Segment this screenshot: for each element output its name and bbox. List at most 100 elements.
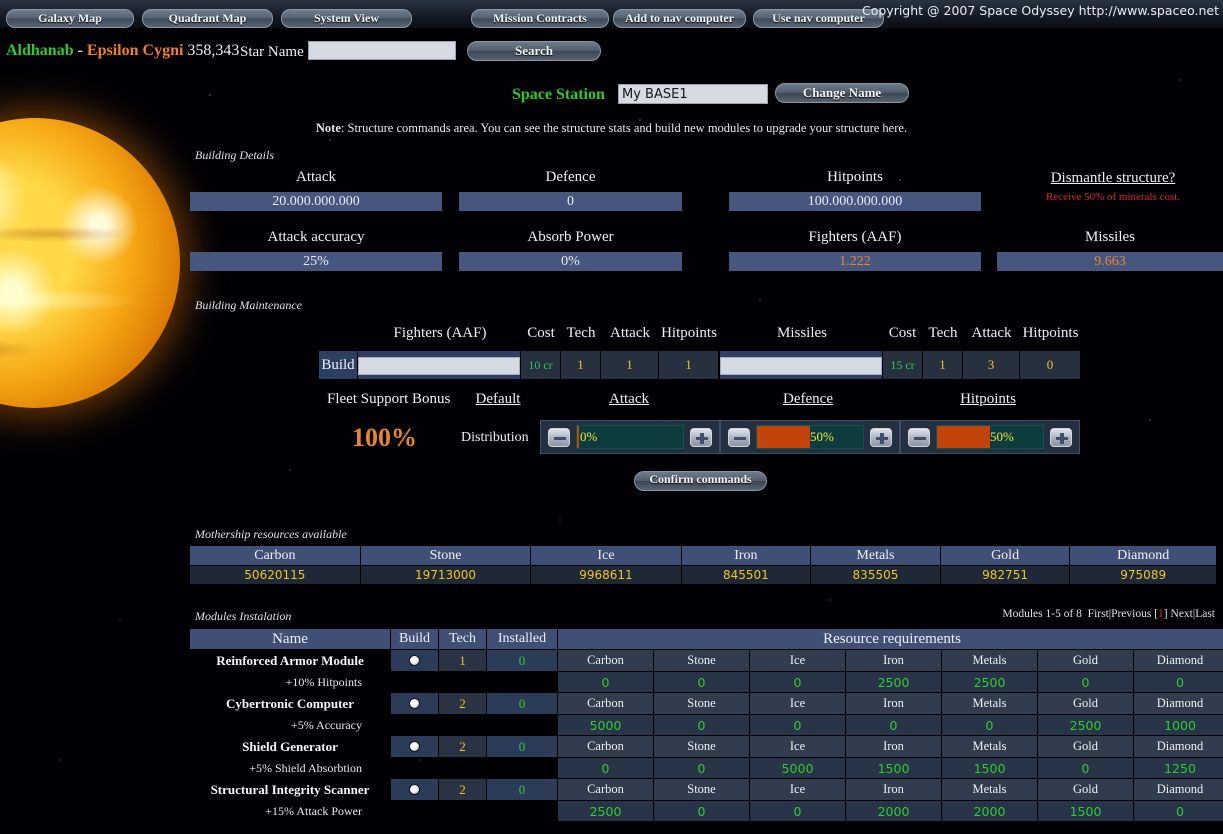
star-name-text: Aldhanab [6,42,74,59]
pager-next[interactable]: Next [1171,608,1193,620]
module-resource-header-metals: Metals [942,650,1037,671]
dismantle-structure-link[interactable]: Dismantle structure? [1051,170,1176,186]
minus-icon[interactable] [548,427,570,447]
module-resource-header-stone: Stone [654,779,749,800]
module-cost-iron: 1500 [846,758,941,778]
page-root: Galaxy Map Quadrant Map System View Miss… [0,0,1223,834]
resources-value-row: 50620115 19713000 9968611 845501 835505 … [190,566,1216,584]
mothership-resources-caption: Mothership resources available [195,527,347,541]
module-cost-diamond: 0 [1134,801,1223,821]
stat-value-defence: 0 [459,192,682,211]
spacer-cell [391,672,557,692]
pager-summary: Modules 1-5 of 8 [1002,608,1082,620]
structure-note: Note: Structure commands area. You can s… [0,121,1223,136]
distribution-header-defence[interactable]: Defence [762,391,854,408]
plus-icon[interactable] [870,427,892,447]
defence-distribution-bar[interactable]: 50% [756,425,864,449]
table-row: Structural Integrity Scanner 2 0 Carbon … [190,779,1223,800]
nav-button-add-to-nav-computer[interactable]: Add to nav computer [613,9,746,28]
stat-label-attack-accuracy: Attack accuracy [267,229,365,245]
spacer-cell [391,715,557,735]
plus-icon[interactable] [1050,427,1072,447]
plus-icon[interactable] [690,427,712,447]
radio-icon[interactable] [409,655,420,667]
module-tech: 1 [439,650,486,671]
attack-percent-text: 0% [580,429,598,444]
missiles-cost-cell: 15 cr [883,351,922,379]
radio-icon[interactable] [409,741,420,753]
module-cost-ice: 5000 [750,758,845,778]
distribution-slider-defence[interactable]: 50% [720,420,900,454]
stat-label-missiles: Missiles [1084,229,1135,245]
fighters-attack-cell: 1 [601,351,658,379]
distribution-header-attack[interactable]: Attack [583,391,675,408]
modules-installation-caption: Modules Instalation [195,609,292,623]
maintenance-header-fighters-hitpoints: Hitpoints [661,325,717,341]
module-cost-stone: 0 [654,801,749,821]
module-cost-ice: 0 [750,801,845,821]
module-cost-carbon: 0 [558,758,653,778]
nav-button-quadrant-map[interactable]: Quadrant Map [142,9,273,28]
module-cost-gold: 0 [1038,758,1133,778]
star-coordinates: 358,343 [187,42,240,59]
module-build-cell[interactable] [391,693,438,714]
confirm-commands-button[interactable]: Confirm commands [634,471,767,491]
modules-header-tech: Tech [439,629,486,649]
module-cost-ice: 0 [750,715,845,735]
table-row-bonus: +10% Hitpoints 0 0 0 2500 2500 0 0 [190,672,1223,692]
nav-button-galaxy-map[interactable]: Galaxy Map [6,9,134,28]
module-bonus: +5% Shield Absorbtion [249,760,362,775]
missiles-build-input[interactable] [720,356,882,375]
attack-distribution-bar[interactable]: 0% [576,425,684,449]
radio-icon[interactable] [409,784,420,796]
module-cost-ice: 0 [750,672,845,692]
distribution-slider-hitpoints[interactable]: 50% [900,420,1080,454]
search-button[interactable]: Search [467,41,601,61]
module-cost-diamond: 1000 [1134,715,1223,735]
pager-last[interactable]: Last [1195,608,1215,620]
module-build-cell[interactable] [391,779,438,800]
missiles-attack-cell: 3 [963,351,1019,379]
module-cost-metals: 2000 [942,801,1037,821]
minus-icon[interactable] [728,427,750,447]
module-resource-header-ice: Ice [750,650,845,671]
module-build-cell[interactable] [391,736,438,757]
module-cost-stone: 0 [654,672,749,692]
star-info-line: Aldhanab - Epsilon Cygni 358,343 [6,42,239,60]
distribution-slider-attack[interactable]: 0% [540,420,720,454]
radio-icon[interactable] [409,698,420,710]
resource-value-metals: 835505 [811,566,940,584]
resource-header-diamond: Diamond [1070,546,1216,565]
pager-previous[interactable]: Previous [1111,608,1151,620]
note-prefix: Note [315,121,341,135]
pager-first[interactable]: First [1088,608,1109,620]
module-build-cell[interactable] [391,650,438,671]
distribution-default-link[interactable]: Default [474,391,522,408]
fighters-build-input-cell[interactable] [358,351,520,379]
hitpoints-percent-text: 50% [990,429,1014,444]
module-resource-header-ice: Ice [750,693,845,714]
module-cost-carbon: 0 [558,672,653,692]
module-cost-stone: 0 [654,758,749,778]
maintenance-header-missiles-hitpoints: Hitpoints [1022,325,1079,341]
minus-icon[interactable] [908,427,930,447]
hitpoints-distribution-bar[interactable]: 50% [936,425,1044,449]
module-bonus: +5% Accuracy [290,717,362,732]
module-resource-header-diamond: Diamond [1134,779,1223,800]
resource-value-diamond: 975089 [1070,566,1216,584]
change-name-button[interactable]: Change Name [775,83,909,103]
nav-button-mission-contracts[interactable]: Mission Contracts [471,9,609,28]
station-name-input[interactable] [618,84,768,104]
missiles-build-input-cell[interactable] [720,351,882,379]
modules-header-row: Name Build Tech Installed Resource requi… [190,629,1223,649]
nav-button-system-view[interactable]: System View [281,9,412,28]
distribution-header-hitpoints[interactable]: Hitpoints [942,391,1034,408]
top-navigation-bar: Galaxy Map Quadrant Map System View Miss… [0,0,1223,28]
module-resource-header-ice: Ice [750,736,845,757]
table-row-bonus: +5% Accuracy 5000 0 0 0 0 2500 1000 [190,715,1223,735]
fighters-build-input[interactable] [358,356,520,375]
star-name-search-input[interactable] [308,41,456,60]
module-resource-header-diamond: Diamond [1134,650,1223,671]
stat-label-defence: Defence [545,169,596,185]
dismantle-refund-note: Receive 50% of minerals cost. [1045,191,1181,203]
